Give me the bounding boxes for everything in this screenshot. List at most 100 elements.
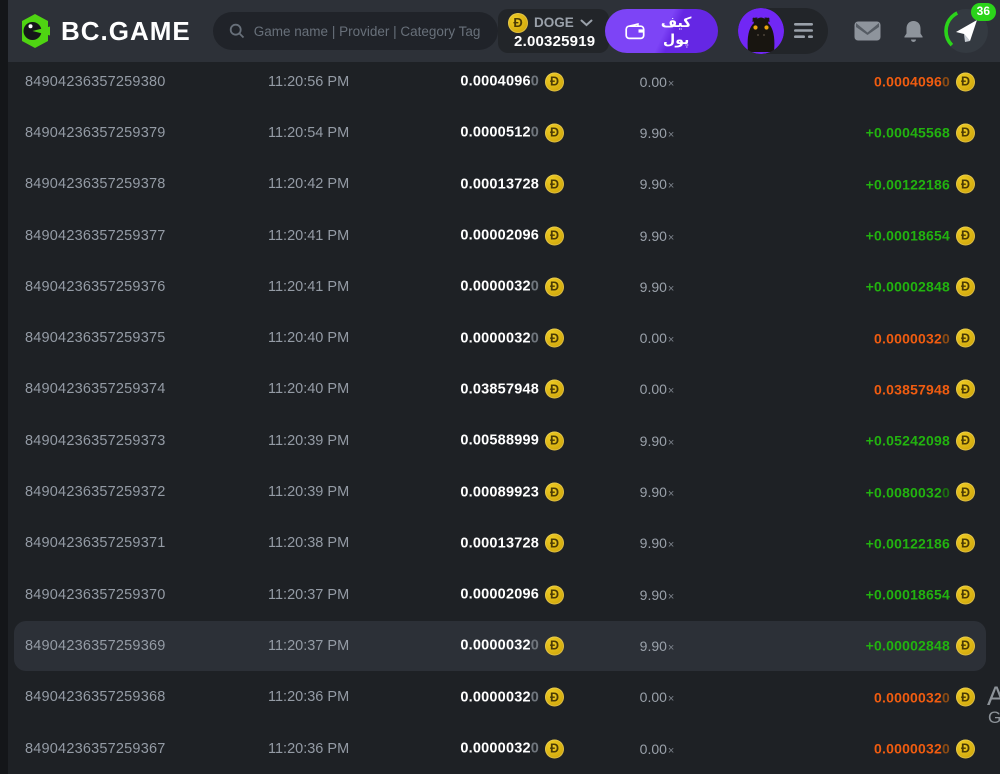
bet-payout-cell: +0.00002848 Ð xyxy=(866,277,975,296)
bell-icon xyxy=(903,20,924,43)
messages-button[interactable] xyxy=(854,21,881,41)
bet-payout-cell: +0.05242098 Ð xyxy=(866,431,975,450)
bet-row[interactable]: 84904236357259372 11:20:39 PM 0.00089923… xyxy=(8,466,1000,517)
edge-overlay-text-2: G xyxy=(988,708,1000,728)
doge-coin-icon: Ð xyxy=(545,175,564,194)
bet-amount-cell: 0.00000320 Ð xyxy=(460,329,564,348)
bet-row[interactable]: 84904236357259367 11:20:36 PM 0.00000320… xyxy=(8,723,1000,774)
bet-row[interactable]: 84904236357259371 11:20:38 PM 0.00013728… xyxy=(8,518,1000,569)
bet-multiplier: 0.00× xyxy=(607,381,707,397)
doge-coin-icon: Ð xyxy=(545,431,564,450)
bet-payout-cell: 0.00040960 Ð xyxy=(874,72,975,91)
doge-coin-icon: Ð xyxy=(956,636,975,655)
doge-coin-icon: Ð xyxy=(956,739,975,758)
doge-coin-icon: Ð xyxy=(956,277,975,296)
bet-multiplier: 9.90× xyxy=(607,176,707,192)
notifications-button[interactable] xyxy=(903,20,924,43)
bet-payout-cell: 0.00000320 Ð xyxy=(874,688,975,707)
doge-coin-icon: Ð xyxy=(545,483,564,502)
top-navbar: BC.GAME Ð DOGE 2.00325919 xyxy=(8,0,1000,62)
bet-amount: 0.00013728 xyxy=(460,535,539,551)
bet-id: 84904236357259370 xyxy=(25,587,166,603)
chat-button[interactable]: 36 xyxy=(944,9,988,53)
bet-multiplier: 9.90× xyxy=(607,125,707,141)
bet-id: 84904236357259377 xyxy=(25,228,166,244)
doge-coin-icon: Ð xyxy=(956,226,975,245)
doge-coin-icon: Ð xyxy=(545,277,564,296)
bet-amount: 0.00000320 xyxy=(460,741,539,757)
bet-amount-cell: 0.00040960 Ð xyxy=(460,72,564,91)
bet-row[interactable]: 84904236357259375 11:20:40 PM 0.00000320… xyxy=(8,312,1000,363)
bet-row[interactable]: 84904236357259378 11:20:42 PM 0.00013728… xyxy=(8,159,1000,210)
bet-payout-cell: +0.00018654 Ð xyxy=(866,226,975,245)
doge-coin-icon: Ð xyxy=(545,688,564,707)
bet-id: 84904236357259373 xyxy=(25,433,166,449)
doge-coin-icon: Ð xyxy=(956,72,975,91)
doge-coin-icon: Ð xyxy=(956,175,975,194)
bet-multiplier: 9.90× xyxy=(607,433,707,449)
bet-amount: 0.00002096 xyxy=(460,587,539,603)
avatar[interactable] xyxy=(738,8,784,54)
bet-id: 84904236357259368 xyxy=(25,689,166,705)
bet-row[interactable]: 84904236357259373 11:20:39 PM 0.00588999… xyxy=(8,415,1000,466)
header-right-group: Ð DOGE 2.00325919 کیف پول xyxy=(498,8,988,54)
mail-icon xyxy=(854,21,881,41)
bet-row[interactable]: 84904236357259370 11:20:37 PM 0.00002096… xyxy=(8,569,1000,620)
balance-selector[interactable]: Ð DOGE 2.00325919 xyxy=(498,9,609,53)
bet-row[interactable]: 84904236357259377 11:20:41 PM 0.00002096… xyxy=(8,210,1000,261)
bet-payout-cell: +0.00800320 Ð xyxy=(866,483,975,502)
bet-amount-cell: 0.00005120 Ð xyxy=(460,123,564,142)
bet-amount: 0.03857948 xyxy=(460,381,539,397)
bcgame-logo[interactable]: BC.GAME xyxy=(18,13,191,49)
doge-coin-icon: Ð xyxy=(956,380,975,399)
doge-coin-icon: Ð xyxy=(956,123,975,142)
doge-coin-icon: Ð xyxy=(545,380,564,399)
bet-time: 11:20:39 PM xyxy=(268,433,349,449)
bet-row[interactable]: 84904236357259380 11:20:56 PM 0.00040960… xyxy=(8,56,1000,107)
bet-row[interactable]: 84904236357259376 11:20:41 PM 0.00000320… xyxy=(8,261,1000,312)
bet-payout: +0.00002848 xyxy=(866,638,950,654)
doge-coin-icon: Ð xyxy=(545,636,564,655)
bet-time: 11:20:36 PM xyxy=(268,689,349,705)
doge-coin-icon: Ð xyxy=(956,688,975,707)
doge-coin-icon: Ð xyxy=(545,534,564,553)
bet-time: 11:20:41 PM xyxy=(268,279,349,295)
bet-amount: 0.00000320 xyxy=(460,689,539,705)
bet-amount: 0.00005120 xyxy=(460,125,539,141)
wallet-button[interactable]: کیف پول xyxy=(605,9,718,53)
search-input[interactable] xyxy=(254,24,482,39)
profile-menu[interactable] xyxy=(738,8,828,54)
bet-amount-cell: 0.00000320 Ð xyxy=(460,277,564,296)
bet-amount: 0.00000320 xyxy=(460,279,539,295)
bet-payout-cell: +0.00122186 Ð xyxy=(866,175,975,194)
bet-id: 84904236357259374 xyxy=(25,381,166,397)
game-search-bar[interactable] xyxy=(213,12,498,50)
bet-row[interactable]: 84904236357259369 11:20:37 PM 0.00000320… xyxy=(8,620,1000,671)
doge-coin-icon: Ð xyxy=(545,123,564,142)
bet-time: 11:20:54 PM xyxy=(268,125,349,141)
bet-amount: 0.00588999 xyxy=(460,433,539,449)
bet-payout-cell: +0.00122186 Ð xyxy=(866,534,975,553)
doge-coin-icon: Ð xyxy=(956,483,975,502)
bet-payout: 0.00000320 xyxy=(874,689,950,705)
balance-currency: DOGE xyxy=(534,15,574,30)
bet-amount-cell: 0.00000320 Ð xyxy=(460,636,564,655)
bet-row[interactable]: 84904236357259368 11:20:36 PM 0.00000320… xyxy=(8,672,1000,723)
doge-coin-icon: Ð xyxy=(508,13,528,33)
bet-payout: 0.00040960 xyxy=(874,74,950,90)
bet-multiplier: 0.00× xyxy=(607,330,707,346)
bet-id: 84904236357259371 xyxy=(25,535,166,551)
bet-row[interactable]: 84904236357259379 11:20:54 PM 0.00005120… xyxy=(8,107,1000,158)
doge-coin-icon: Ð xyxy=(545,585,564,604)
account-menu-icon[interactable] xyxy=(794,23,814,39)
bet-payout-cell: 0.03857948 Ð xyxy=(874,380,975,399)
chat-unread-badge: 36 xyxy=(971,3,996,21)
bet-amount-cell: 0.00000320 Ð xyxy=(460,688,564,707)
bet-row[interactable]: 84904236357259374 11:20:40 PM 0.03857948… xyxy=(8,364,1000,415)
bet-id: 84904236357259379 xyxy=(25,125,166,141)
bet-id: 84904236357259369 xyxy=(25,638,166,654)
bet-payout: 0.00000320 xyxy=(874,330,950,346)
bet-time: 11:20:40 PM xyxy=(268,330,349,346)
bet-amount: 0.00000320 xyxy=(460,330,539,346)
bet-amount-cell: 0.00013728 Ð xyxy=(460,534,564,553)
